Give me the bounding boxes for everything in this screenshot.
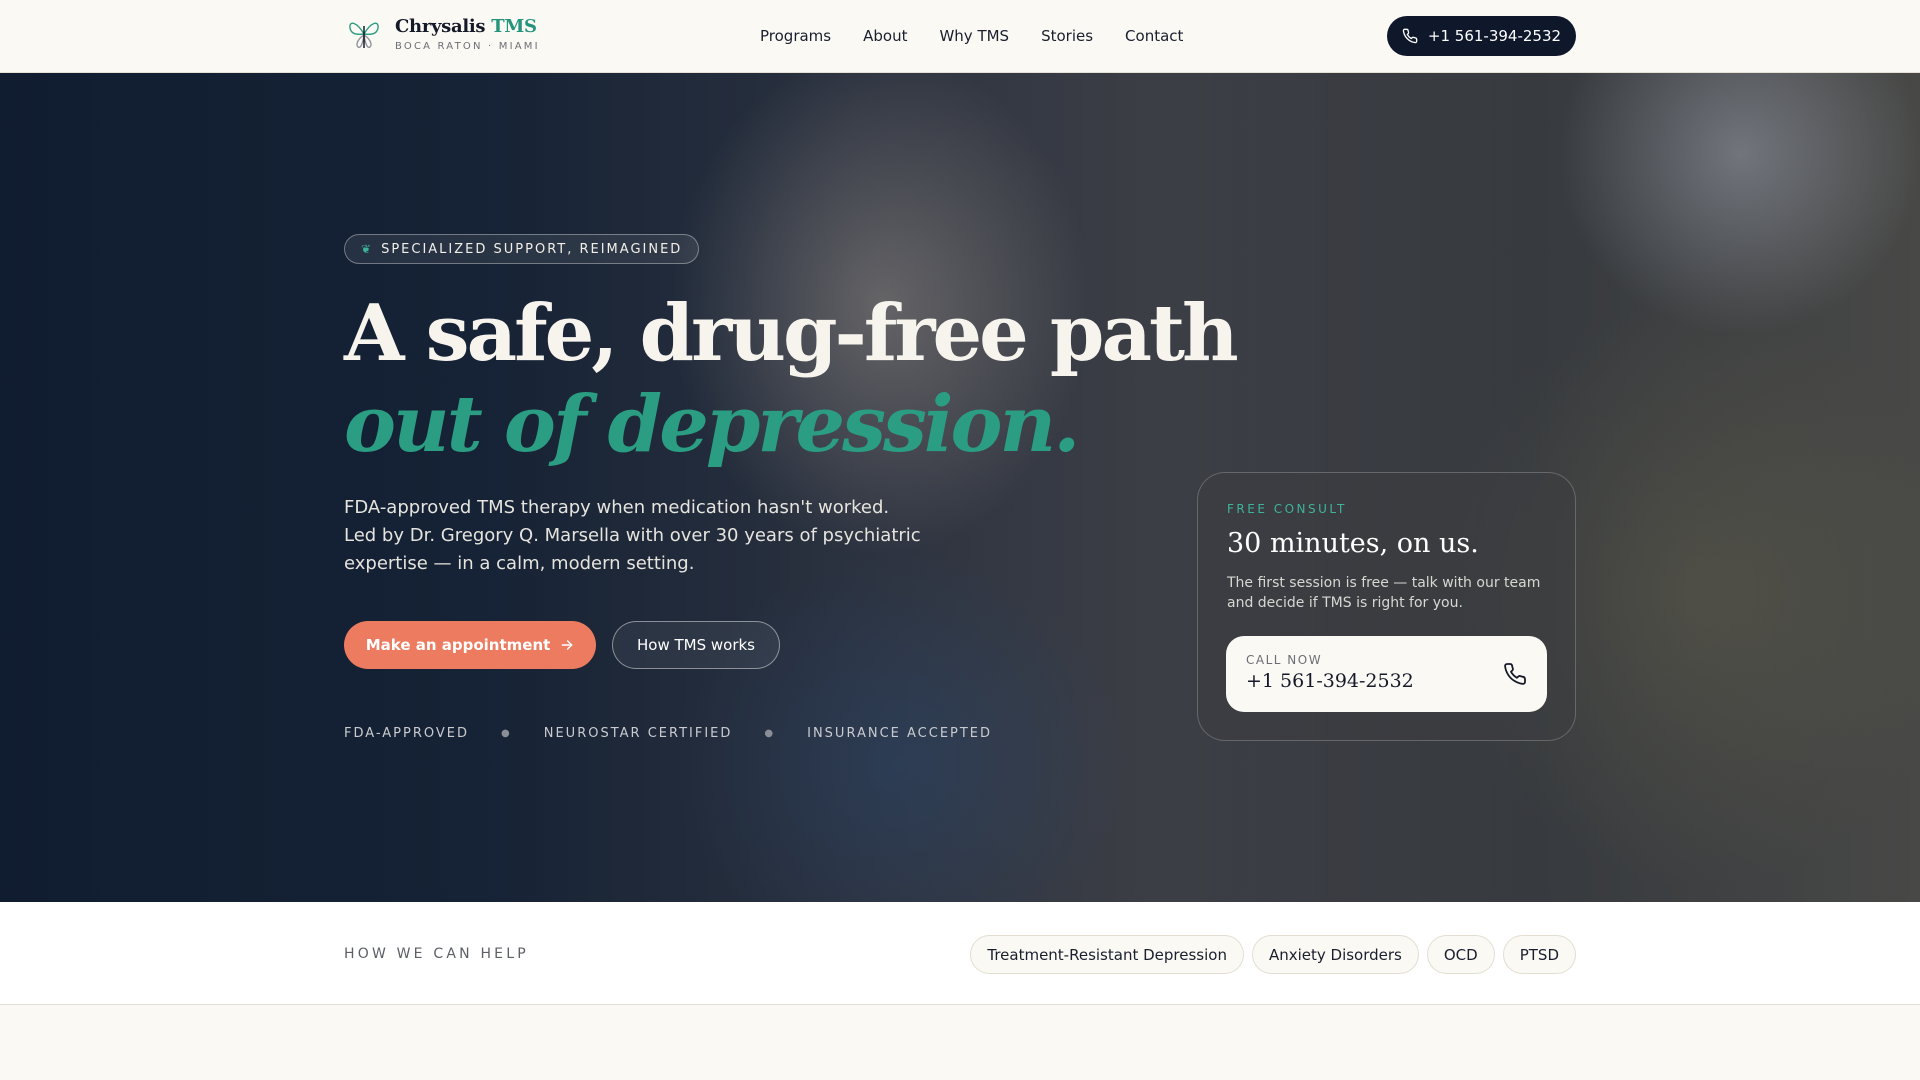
phone-icon <box>1504 663 1526 685</box>
separator-dot: ● <box>501 728 512 739</box>
call-now-card[interactable]: CALL NOW +1 561-394-2532 <box>1226 636 1547 712</box>
condition-chip-ocd[interactable]: OCD <box>1426 935 1495 974</box>
consult-title: 30 minutes, on us. <box>1227 528 1479 559</box>
hero-lead: FDA-approved TMS therapy when medication… <box>344 497 921 574</box>
arrow-right-icon <box>561 640 573 650</box>
hero-title-line2: out of depression. <box>344 379 1080 470</box>
hero-section: ❦ SPECIALIZED SUPPORT, REIMAGINED A safe… <box>0 73 1920 902</box>
brand-name-main: Chrysalis <box>395 16 486 37</box>
header-phone-number: +1 561-394-2532 <box>1427 27 1562 45</box>
trust-fda-approved: FDA-APPROVED <box>344 726 469 741</box>
hero-badge: ❦ SPECIALIZED SUPPORT, REIMAGINED <box>344 234 700 264</box>
condition-chip-trd[interactable]: Treatment-Resistant Depression <box>970 935 1244 974</box>
nav-programs[interactable]: Programs <box>760 27 831 45</box>
nav-why-tms[interactable]: Why TMS <box>939 27 1009 45</box>
nav-contact[interactable]: Contact <box>1125 27 1183 45</box>
consult-kicker: FREE CONSULT <box>1227 502 1347 516</box>
next-section-background <box>0 1006 1920 1080</box>
hero-background-photo <box>0 73 1920 902</box>
phone-icon <box>1402 28 1418 44</box>
call-now-number: +1 561-394-2532 <box>1246 670 1414 692</box>
separator-dot: ● <box>764 728 776 739</box>
call-now-label: CALL NOW <box>1246 653 1323 667</box>
trust-badges: FDA-APPROVED ● NEUROSTAR CERTIFIED ● INS… <box>344 726 992 741</box>
how-tms-works-label: How TMS works <box>636 636 755 654</box>
leaf-icon: ❦ <box>361 242 374 256</box>
butterfly-icon <box>349 22 379 48</box>
conditions-strip: HOW WE CAN HELP Treatment-Resistant Depr… <box>0 902 1920 1005</box>
condition-chip-anxiety[interactable]: Anxiety Disorders <box>1251 935 1419 974</box>
brand-name: Chrysalis TMS <box>395 16 540 37</box>
how-tms-works-button[interactable]: How TMS works <box>612 621 780 669</box>
brand-logo[interactable]: Chrysalis TMS BOCA RATON · MIAMI <box>347 16 540 52</box>
condition-chip-ptsd[interactable]: PTSD <box>1502 935 1576 974</box>
site-header: Chrysalis TMS BOCA RATON · MIAMI Program… <box>0 0 1920 73</box>
hero-title-line1: A safe, drug-free path <box>344 288 1239 379</box>
nav-stories[interactable]: Stories <box>1041 27 1093 45</box>
trust-neurostar-certified: NEUROSTAR CERTIFIED <box>543 726 733 741</box>
consult-text: The first session is free — talk with ou… <box>1227 575 1541 611</box>
nav-about[interactable]: About <box>863 27 907 45</box>
trust-insurance-accepted: INSURANCE ACCEPTED <box>807 726 993 741</box>
make-appointment-button[interactable]: Make an appointment <box>344 621 596 669</box>
header-phone-button[interactable]: +1 561-394-2532 <box>1387 16 1576 56</box>
free-consult-card: FREE CONSULT 30 minutes, on us. The firs… <box>1197 472 1576 741</box>
conditions-list: Treatment-Resistant Depression Anxiety D… <box>970 935 1576 974</box>
brand-location: BOCA RATON · MIAMI <box>395 41 540 52</box>
make-appointment-label: Make an appointment <box>365 636 551 654</box>
brand-name-accent: TMS <box>491 16 537 37</box>
main-nav: Programs About Why TMS Stories Contact <box>760 27 1183 45</box>
hero-badge-text: SPECIALIZED SUPPORT, REIMAGINED <box>381 241 683 257</box>
conditions-heading: HOW WE CAN HELP <box>344 946 529 962</box>
